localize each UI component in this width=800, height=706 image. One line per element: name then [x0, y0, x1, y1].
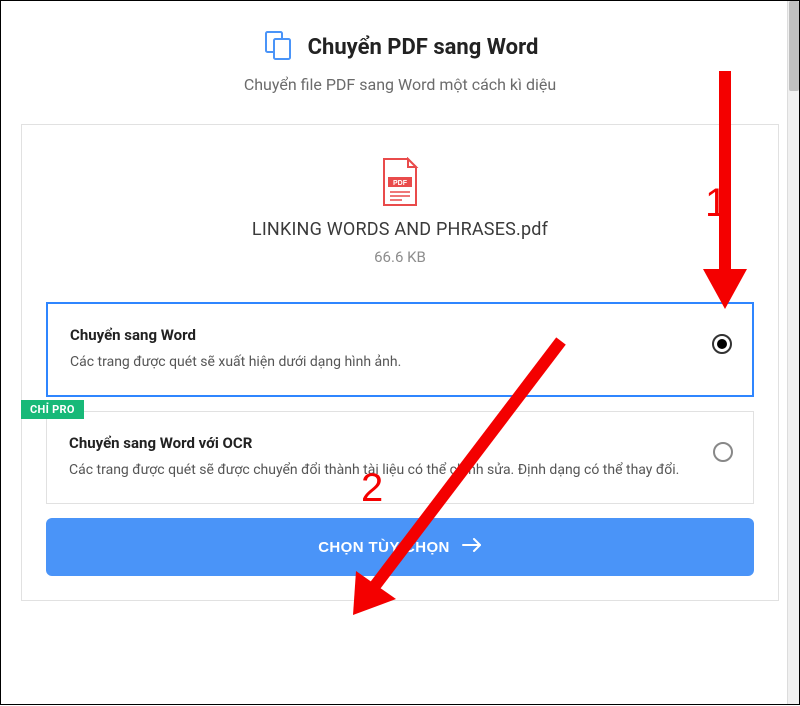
pdf-file-icon: PDF	[380, 157, 420, 207]
conversion-panel: PDF LINKING WORDS AND PHRASES.pdf 66.6 K…	[21, 124, 779, 601]
option-convert-to-word[interactable]: Chuyển sang Word Các trang được quét sẽ …	[46, 302, 754, 397]
svg-text:PDF: PDF	[393, 180, 408, 187]
option-desc: Các trang được quét sẽ xuất hiện dưới dạ…	[70, 352, 692, 373]
annotation-number-1: 1	[705, 181, 727, 226]
button-label: CHỌN TÙY CHỌN	[318, 539, 450, 556]
page-subtitle: Chuyển file PDF sang Word một cách kì di…	[21, 75, 779, 94]
scrollbar-thumb[interactable]	[789, 1, 799, 91]
option-title: Chuyển sang Word	[70, 326, 692, 344]
file-info: PDF LINKING WORDS AND PHRASES.pdf 66.6 K…	[22, 125, 778, 302]
page-header: Chuyển PDF sang Word Chuyển file PDF san…	[21, 29, 779, 94]
radio-unselected-icon[interactable]	[713, 442, 733, 462]
arrow-right-icon	[462, 538, 482, 556]
vertical-scrollbar[interactable]	[787, 1, 799, 704]
option-title: Chuyển sang Word với OCR	[69, 434, 693, 452]
choose-option-button[interactable]: CHỌN TÙY CHỌN	[46, 518, 754, 576]
copy-page-icon	[262, 29, 294, 65]
file-size: 66.6 KB	[42, 248, 758, 266]
radio-selected-icon[interactable]	[712, 334, 732, 354]
annotation-number-2: 2	[361, 466, 383, 511]
option-convert-to-word-ocr[interactable]: CHỈ PRO Chuyển sang Word với OCR Các tra…	[46, 411, 754, 504]
page-title: Chuyển PDF sang Word	[308, 35, 539, 60]
pro-badge: CHỈ PRO	[21, 400, 84, 419]
file-name: LINKING WORDS AND PHRASES.pdf	[42, 219, 758, 240]
